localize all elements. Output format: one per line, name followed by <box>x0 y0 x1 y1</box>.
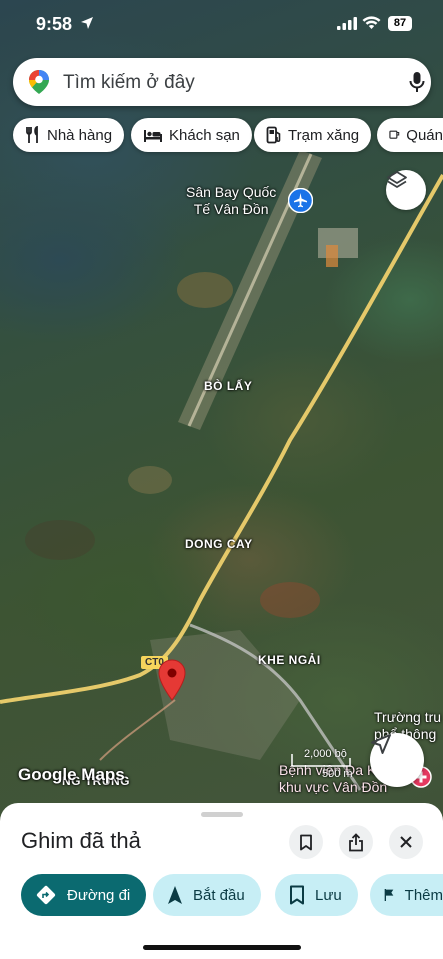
poi-school-line1: Trường tru <box>374 709 442 725</box>
sheet-drag-handle[interactable] <box>201 812 243 817</box>
chip-cafes-label: Quán <box>406 126 443 144</box>
directions-label: Đường đi <box>67 886 131 904</box>
location-services-icon <box>81 17 93 29</box>
place-label-khe-ngai: KHE NGẢI <box>258 653 321 667</box>
battery-indicator: 87 <box>388 16 412 31</box>
share-button[interactable] <box>339 825 373 859</box>
chip-gas-stations[interactable]: Trạm xăng <box>254 118 372 152</box>
dropped-pin-icon[interactable] <box>158 659 186 701</box>
place-label-dong-cay: DONG CAY <box>185 537 253 551</box>
sheet-title: Ghim đã thả <box>21 828 141 853</box>
close-button[interactable] <box>389 825 423 859</box>
wifi-icon <box>362 16 381 29</box>
google-maps-pin-icon <box>29 70 49 94</box>
save-bookmark-button[interactable] <box>289 825 323 859</box>
flag-icon <box>384 889 394 901</box>
google-maps-attribution: Google Maps <box>18 765 125 784</box>
my-location-button[interactable] <box>370 733 424 787</box>
coffee-cup-icon <box>389 130 400 139</box>
add-label-button[interactable]: Thêm <box>370 874 443 916</box>
chip-hotels-label: Khách sạn <box>169 126 240 144</box>
search-bar[interactable]: Tìm kiếm ở đây <box>13 58 431 106</box>
navigation-arrow-icon <box>168 886 182 904</box>
directions-button[interactable]: Đường đi <box>21 874 147 916</box>
chip-hotels[interactable]: Khách sạn <box>131 118 252 152</box>
status-bar: 9:58 87 <box>0 0 443 50</box>
bookmark-icon <box>300 834 312 850</box>
save-label: Lưu <box>315 886 342 904</box>
close-icon <box>400 836 412 848</box>
directions-icon <box>36 885 56 905</box>
poi-hospital-line2: khu vực Vân Đồn <box>279 779 388 795</box>
add-label-label: Thêm <box>404 886 443 904</box>
airport-label-line2: Tế Vân Đồn <box>193 201 269 217</box>
category-chips: Nhà hàng Khách sạn Trạm xăng Quán <box>0 118 443 154</box>
bookmark-icon <box>290 885 304 905</box>
start-button[interactable]: Bắt đầu <box>153 874 261 916</box>
search-input[interactable]: Tìm kiếm ở đây <box>63 72 195 94</box>
share-icon <box>349 832 363 851</box>
airport-icon[interactable] <box>288 188 313 213</box>
scale-meters: 500 m <box>322 768 353 780</box>
cellular-signal-icon <box>337 17 357 30</box>
navigation-arrow-icon <box>371 734 391 754</box>
chip-cafes[interactable]: Quán <box>377 118 443 152</box>
status-time: 9:58 <box>36 14 73 34</box>
home-indicator <box>143 945 301 950</box>
chip-restaurants-label: Nhà hàng <box>47 126 113 144</box>
layers-button[interactable] <box>386 170 426 210</box>
fork-knife-icon <box>26 126 38 143</box>
airport-label-line1: Sân Bay Quốc <box>186 184 277 200</box>
place-bottom-sheet[interactable]: Ghim đã thả Đường đi Bắt đầu Lưu Thêm <box>0 803 443 959</box>
microphone-icon[interactable] <box>409 71 425 93</box>
airport-label[interactable]: Sân Bay Quốc Tế Vân Đồn <box>186 184 276 218</box>
bed-icon <box>144 130 162 142</box>
place-label-bo-lay: BÒ LẤY <box>204 379 253 393</box>
start-label: Bắt đầu <box>193 886 245 904</box>
layers-icon <box>387 171 407 188</box>
save-button[interactable]: Lưu <box>275 874 358 916</box>
gas-pump-icon <box>266 126 281 144</box>
chip-restaurants[interactable]: Nhà hàng <box>13 118 125 152</box>
chip-gas-stations-label: Trạm xăng <box>288 126 360 144</box>
